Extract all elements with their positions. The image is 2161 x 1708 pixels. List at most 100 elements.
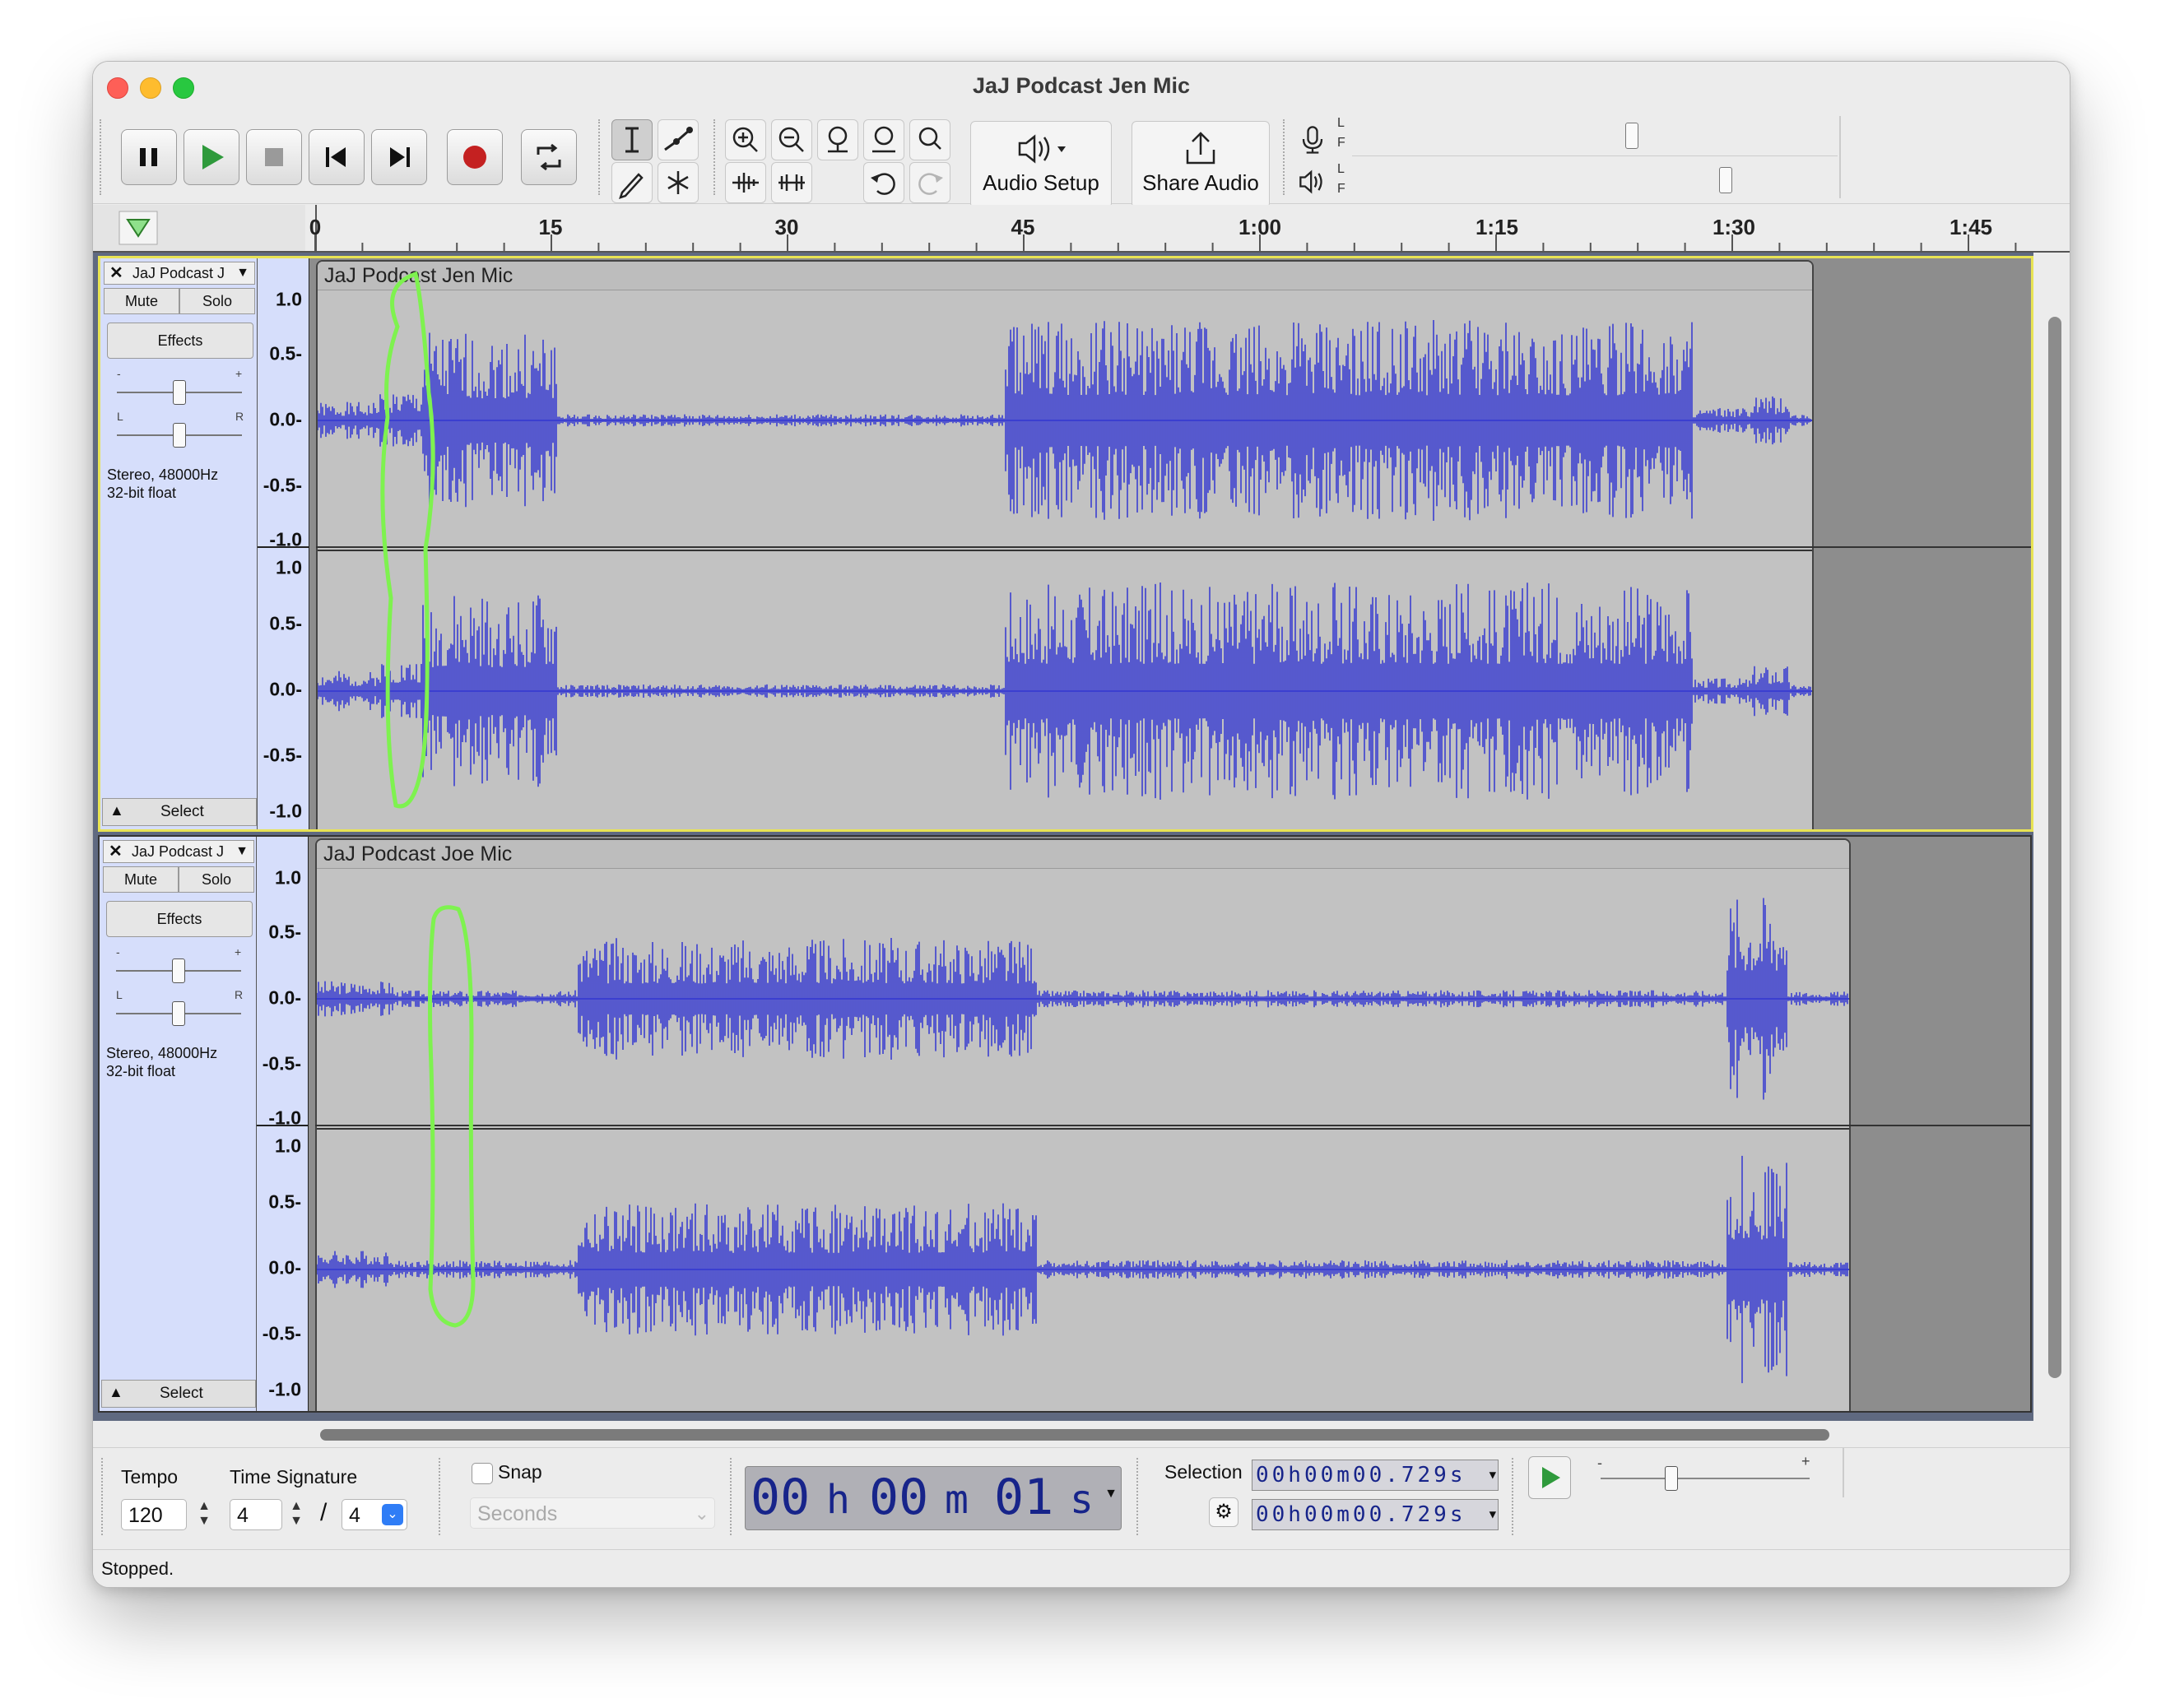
green-annotation-loop (428, 905, 476, 1328)
selection-tool[interactable] (611, 119, 653, 160)
dropdown-arrow-icon[interactable]: ▼ (1489, 1500, 1496, 1529)
zoom-out-button[interactable] (771, 119, 812, 160)
selection-settings-gear-icon[interactable]: ⚙ (1209, 1497, 1239, 1527)
selection-start-time[interactable]: 00h00m00.729s ▼ (1252, 1460, 1499, 1491)
time-display[interactable]: 00 h 00 m 01 s ▼ (745, 1466, 1122, 1530)
horizontal-scrollbar[interactable] (93, 1421, 2070, 1446)
fit-selection-button[interactable] (817, 119, 858, 160)
pencil-icon (619, 173, 644, 199)
toolbar-grip[interactable] (1136, 1458, 1143, 1535)
chevron-down-icon: ⌄ (382, 1504, 403, 1525)
playback-meter-channel-l: L (1337, 162, 1345, 176)
zoom-toggle-button[interactable] (909, 119, 950, 160)
toolbar-grip[interactable] (101, 1458, 108, 1535)
record-meter-channel-f: F (1337, 136, 1345, 150)
record-meter-button[interactable] (1294, 121, 1331, 157)
ts-denominator-select[interactable]: 4 ⌄ (342, 1499, 407, 1530)
record-meter[interactable] (1352, 116, 1838, 156)
skip-end-icon (390, 147, 410, 167)
dropdown-arrow-icon[interactable]: ▼ (1489, 1460, 1496, 1490)
undo-icon (871, 173, 895, 195)
toolbar-grip[interactable] (100, 119, 106, 195)
pause-button[interactable] (121, 129, 177, 185)
playback-meter-button[interactable] (1294, 164, 1331, 200)
vertical-scrollbar[interactable] (2048, 317, 2061, 1378)
chevron-down-icon: ⌄ (694, 1503, 709, 1524)
undo-button[interactable] (863, 162, 904, 203)
multi-tool[interactable] (658, 162, 699, 203)
record-level-slider[interactable] (1625, 123, 1638, 149)
title-bar: JaJ Podcast Jen Mic (93, 62, 2070, 111)
bottom-toolbar: Tempo 120 ▲ ▼ Time Signature 4 ▲ ▼ / 4 ⌄ S… (93, 1447, 2070, 1548)
skip-to-start-button[interactable] (309, 129, 365, 185)
toolbar-grip[interactable] (439, 1458, 445, 1535)
redo-button[interactable] (909, 162, 950, 203)
horizontal-scroll-thumb[interactable] (320, 1429, 1829, 1441)
speaker-icon (1018, 134, 1066, 164)
i-beam-icon (625, 127, 639, 153)
play-at-speed-button[interactable] (1528, 1456, 1571, 1499)
time-hours: 00 (751, 1469, 811, 1526)
time-format-dropdown-icon[interactable]: ▼ (1104, 1487, 1118, 1501)
time-seconds: 01 (994, 1469, 1054, 1526)
stop-icon (265, 148, 283, 166)
time-hours-unit: h (826, 1477, 850, 1523)
zoom-fit-icon (872, 126, 895, 153)
tempo-label: Tempo (121, 1466, 179, 1488)
status-text: Stopped. (101, 1558, 174, 1579)
playback-level-slider[interactable] (1719, 167, 1732, 193)
tempo-input[interactable]: 120 (121, 1499, 187, 1530)
trim-button[interactable] (725, 162, 766, 203)
selection-end-time[interactable]: 00h00m00.729s ▼ (1252, 1499, 1499, 1530)
audio-setup-button[interactable]: Audio Setup (970, 121, 1112, 208)
green-annotation-loop (380, 271, 435, 809)
toolbar-grip[interactable] (730, 1458, 737, 1535)
zoom-out-icon (778, 127, 804, 152)
annotation-layer (380, 271, 476, 1328)
record-icon (463, 146, 486, 169)
draw-tool[interactable] (611, 162, 653, 203)
asterisk-icon (667, 171, 689, 194)
trim-icon (732, 173, 759, 193)
ts-numerator-input[interactable]: 4 (230, 1499, 282, 1530)
snap-checkbox[interactable] (472, 1463, 493, 1484)
timeline-ruler[interactable]: 0 15 30 45 1:00 1:15 1:30 1:45 (93, 205, 2070, 253)
fit-project-button[interactable] (863, 119, 904, 160)
play-head-icon[interactable] (118, 210, 159, 246)
ts-denominator-value: 4 (349, 1504, 360, 1527)
toolbar-grip[interactable] (1512, 1458, 1518, 1535)
selection-end-value: 00h00m00.729s (1256, 1502, 1466, 1527)
zoom-in-button[interactable] (725, 119, 766, 160)
toolbar-divider (1843, 1448, 1844, 1497)
playback-meter-channel-f: F (1337, 182, 1345, 196)
silence-icon (778, 174, 805, 191)
loop-button[interactable] (521, 129, 577, 185)
time-signature-label: Time Signature (230, 1466, 358, 1488)
toolbar-grip[interactable] (713, 119, 720, 195)
speed-slider-track (1601, 1478, 1810, 1479)
window-title: JaJ Podcast Jen Mic (972, 73, 1191, 98)
time-minutes-unit: m (945, 1477, 969, 1523)
share-audio-button[interactable]: Share Audio (1132, 121, 1270, 208)
skip-to-end-button[interactable] (371, 129, 427, 185)
tempo-stepper[interactable]: ▲ ▼ (195, 1499, 213, 1530)
snap-unit-select[interactable]: Seconds ⌄ (470, 1497, 715, 1529)
playback-speed-slider[interactable] (1665, 1466, 1678, 1491)
toolbar-grip[interactable] (1283, 119, 1290, 195)
envelope-tool[interactable] (658, 119, 699, 160)
envelope-icon (664, 127, 693, 151)
play-icon (1542, 1467, 1560, 1488)
stop-button[interactable] (246, 129, 302, 185)
speed-plus-icon: + (1801, 1453, 1810, 1469)
zoom-selection-icon (828, 126, 848, 153)
snap-label: Snap (498, 1461, 542, 1483)
silence-button[interactable] (771, 162, 812, 203)
zoom-toggle-icon (918, 127, 941, 150)
ts-numerator-stepper[interactable]: ▲ ▼ (287, 1499, 305, 1530)
record-button[interactable] (447, 129, 503, 185)
ruler-minor-ticks (314, 234, 2017, 251)
loop-icon (537, 143, 561, 171)
play-button[interactable] (184, 129, 239, 185)
main-toolbar: Audio Setup Share Audio L F L F (93, 113, 2070, 208)
toolbar-grip[interactable] (598, 119, 605, 195)
